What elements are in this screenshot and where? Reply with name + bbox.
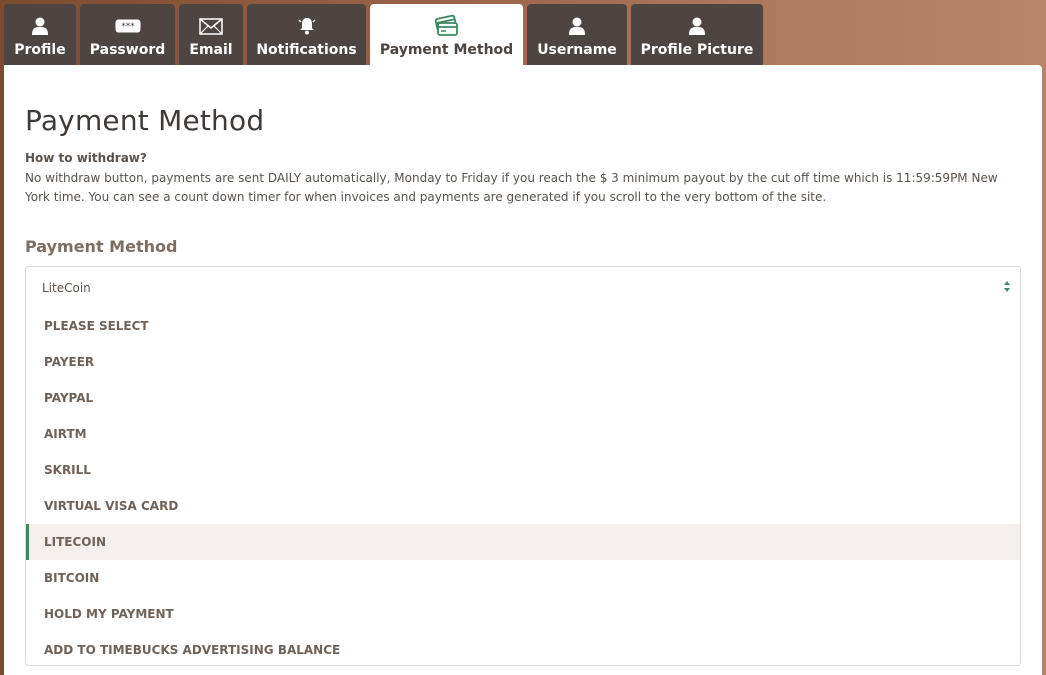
option-litecoin[interactable]: LITECOIN [26, 524, 1020, 560]
settings-tabs: Profile *** Password Email Notifications… [4, 4, 767, 65]
option-add-to-advertising-balance[interactable]: ADD TO TIMEBUCKS ADVERTISING BALANCE [26, 632, 1020, 668]
payment-method-panel: Payment Method How to withdraw? No withd… [4, 65, 1042, 675]
bell-icon [297, 15, 317, 37]
current-value-text: LiteCoin [42, 280, 91, 295]
tab-password[interactable]: *** Password [80, 4, 175, 65]
tab-label: Profile Picture [640, 42, 754, 58]
user-icon [32, 15, 48, 37]
payment-cards-icon [434, 15, 460, 37]
select-current-value[interactable]: LiteCoin [26, 267, 1020, 308]
tab-profile-picture[interactable]: Profile Picture [631, 4, 763, 65]
tab-label: Notifications [256, 42, 357, 58]
withdraw-question: How to withdraw? [25, 151, 147, 165]
tab-label: Profile [14, 42, 66, 58]
tab-notifications[interactable]: Notifications [247, 4, 366, 65]
option-hold-my-payment[interactable]: HOLD MY PAYMENT [26, 596, 1020, 632]
tab-username[interactable]: Username [527, 4, 627, 65]
tab-profile[interactable]: Profile [4, 4, 76, 65]
tab-label: Password [89, 42, 166, 58]
tab-label: Email [189, 42, 233, 58]
option-airtm[interactable]: AIRTM [26, 416, 1020, 452]
user-icon [689, 15, 705, 37]
dropdown-options: PLEASE SELECT PAYEER PAYPAL AIRTM SKRILL… [26, 308, 1020, 668]
option-virtual-visa-card[interactable]: VIRTUAL VISA CARD [26, 488, 1020, 524]
svg-text:***: *** [121, 22, 135, 32]
tab-label: Payment Method [379, 42, 514, 58]
select-arrows-icon [1004, 280, 1010, 295]
option-please-select[interactable]: PLEASE SELECT [26, 308, 1020, 344]
envelope-icon [199, 15, 223, 37]
option-paypal[interactable]: PAYPAL [26, 380, 1020, 416]
password-icon: *** [115, 15, 141, 37]
tab-payment-method[interactable]: Payment Method [370, 4, 523, 65]
tab-email[interactable]: Email [179, 4, 243, 65]
user-icon [569, 15, 585, 37]
withdraw-description: No withdraw button, payments are sent DA… [25, 171, 998, 204]
page-title: Payment Method [25, 104, 265, 137]
option-payeer[interactable]: PAYEER [26, 344, 1020, 380]
payment-method-select[interactable]: LiteCoin PLEASE SELECT PAYEER PAYPAL AIR… [25, 266, 1021, 666]
option-bitcoin[interactable]: BITCOIN [26, 560, 1020, 596]
tab-label: Username [537, 42, 617, 58]
payment-method-label: Payment Method [25, 237, 178, 256]
option-skrill[interactable]: SKRILL [26, 452, 1020, 488]
